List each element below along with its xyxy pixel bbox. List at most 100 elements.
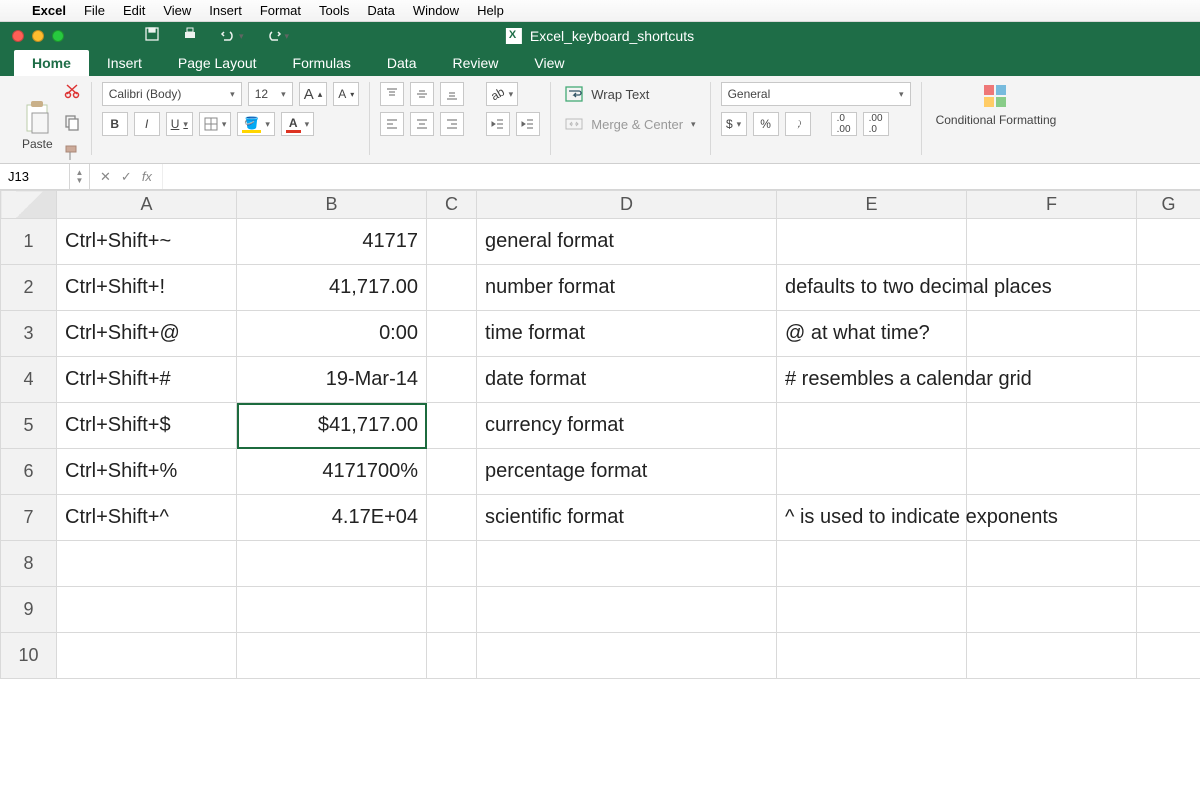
align-bottom-icon[interactable] [440, 82, 464, 106]
row-header[interactable]: 9 [1, 587, 57, 633]
cell-D2[interactable]: number format [477, 265, 777, 311]
cell-E4[interactable]: # resembles a calendar grid [777, 357, 967, 403]
row-header[interactable]: 4 [1, 357, 57, 403]
cell-G8[interactable] [1137, 541, 1200, 587]
number-format-combo[interactable]: General▾ [721, 82, 911, 106]
cell-B4[interactable]: 19-Mar-14 [237, 357, 427, 403]
cell-D1[interactable]: general format [477, 219, 777, 265]
cell-B10[interactable] [237, 633, 427, 679]
cell-B2[interactable]: 41,717.00 [237, 265, 427, 311]
borders-button[interactable]: ▾ [199, 112, 232, 136]
cell-G10[interactable] [1137, 633, 1200, 679]
cell-B8[interactable] [237, 541, 427, 587]
fill-color-button[interactable]: 🪣▾ [237, 112, 274, 136]
window-zoom-icon[interactable] [52, 30, 64, 42]
cell-A2[interactable]: Ctrl+Shift+! [57, 265, 237, 311]
cell-F5[interactable] [967, 403, 1137, 449]
decrease-font-icon[interactable]: A▾ [333, 82, 359, 106]
cell-E6[interactable] [777, 449, 967, 495]
cell-E3[interactable]: @ at what time? [777, 311, 967, 357]
mac-menu-excel[interactable]: Excel [32, 3, 66, 18]
cell-E1[interactable] [777, 219, 967, 265]
italic-button[interactable]: I [134, 112, 160, 136]
save-icon[interactable] [144, 26, 160, 47]
cell-C2[interactable] [427, 265, 477, 311]
cell-F9[interactable] [967, 587, 1137, 633]
cell-E2[interactable]: defaults to two decimal places [777, 265, 967, 311]
tab-home[interactable]: Home [14, 50, 89, 76]
tab-insert[interactable]: Insert [89, 50, 160, 76]
col-header-E[interactable]: E [777, 191, 967, 219]
window-minimize-icon[interactable] [32, 30, 44, 42]
cell-B6[interactable]: 4171700% [237, 449, 427, 495]
cell-A1[interactable]: Ctrl+Shift+~ [57, 219, 237, 265]
cell-G2[interactable] [1137, 265, 1200, 311]
cancel-formula-icon[interactable]: ✕ [100, 169, 111, 185]
cell-G1[interactable] [1137, 219, 1200, 265]
cell-E9[interactable] [777, 587, 967, 633]
cell-D5[interactable]: currency format [477, 403, 777, 449]
decrease-decimal-icon[interactable]: .00.0 [863, 112, 889, 136]
col-header-A[interactable]: A [57, 191, 237, 219]
mac-menu-file[interactable]: File [84, 3, 105, 18]
cell-A3[interactable]: Ctrl+Shift+@ [57, 311, 237, 357]
cell-B3[interactable]: 0:00 [237, 311, 427, 357]
cell-A10[interactable] [57, 633, 237, 679]
underline-button[interactable]: U▾ [166, 112, 193, 136]
font-name-combo[interactable]: Calibri (Body)▾ [102, 82, 242, 106]
mac-menu-data[interactable]: Data [367, 3, 394, 18]
tab-data[interactable]: Data [369, 50, 435, 76]
cell-C8[interactable] [427, 541, 477, 587]
accounting-format-button[interactable]: $▾ [721, 112, 747, 136]
tab-review[interactable]: Review [434, 50, 516, 76]
col-header-B[interactable]: B [237, 191, 427, 219]
font-size-combo[interactable]: 12▾ [248, 82, 293, 106]
redo-icon[interactable]: ▾ [266, 28, 290, 44]
cell-B9[interactable] [237, 587, 427, 633]
orientation-button[interactable]: ab▾ [486, 82, 518, 106]
cell-D9[interactable] [477, 587, 777, 633]
cell-F10[interactable] [967, 633, 1137, 679]
row-header[interactable]: 7 [1, 495, 57, 541]
mac-menu-view[interactable]: View [163, 3, 191, 18]
select-all-corner[interactable] [1, 191, 57, 219]
row-header[interactable]: 10 [1, 633, 57, 679]
row-header[interactable]: 5 [1, 403, 57, 449]
conditional-formatting-button[interactable]: Conditional Formatting [932, 82, 1061, 127]
cell-A4[interactable]: Ctrl+Shift+# [57, 357, 237, 403]
percent-format-button[interactable]: % [753, 112, 779, 136]
cell-A7[interactable]: Ctrl+Shift+^ [57, 495, 237, 541]
cell-E5[interactable] [777, 403, 967, 449]
cut-icon[interactable] [63, 82, 81, 105]
print-icon[interactable] [182, 26, 198, 47]
mac-menu-help[interactable]: Help [477, 3, 504, 18]
cell-G3[interactable] [1137, 311, 1200, 357]
cell-B7[interactable]: 4.17E+04 [237, 495, 427, 541]
mac-menu-window[interactable]: Window [413, 3, 459, 18]
col-header-F[interactable]: F [967, 191, 1137, 219]
cell-E7[interactable]: ^ is used to indicate exponents [777, 495, 967, 541]
name-box-stepper[interactable]: ▲▼ [70, 164, 90, 189]
fx-icon[interactable]: fx [142, 169, 152, 184]
undo-icon[interactable]: ▾ [220, 28, 244, 44]
cell-B5[interactable]: $41,717.00 [237, 403, 427, 449]
cell-D10[interactable] [477, 633, 777, 679]
bold-button[interactable]: B [102, 112, 128, 136]
cell-G4[interactable] [1137, 357, 1200, 403]
decrease-indent-icon[interactable] [486, 112, 510, 136]
cell-C7[interactable] [427, 495, 477, 541]
mac-menu-format[interactable]: Format [260, 3, 301, 18]
cell-G6[interactable] [1137, 449, 1200, 495]
cell-G9[interactable] [1137, 587, 1200, 633]
cell-C3[interactable] [427, 311, 477, 357]
cell-D7[interactable]: scientific format [477, 495, 777, 541]
tab-page-layout[interactable]: Page Layout [160, 50, 275, 76]
font-color-button[interactable]: A▾ [281, 112, 314, 136]
align-right-icon[interactable] [440, 112, 464, 136]
cell-C1[interactable] [427, 219, 477, 265]
cell-B1[interactable]: 41717 [237, 219, 427, 265]
col-header-G[interactable]: G [1137, 191, 1200, 219]
wrap-text-button[interactable]: Wrap Text [561, 82, 653, 106]
align-middle-icon[interactable] [410, 82, 434, 106]
cell-A9[interactable] [57, 587, 237, 633]
